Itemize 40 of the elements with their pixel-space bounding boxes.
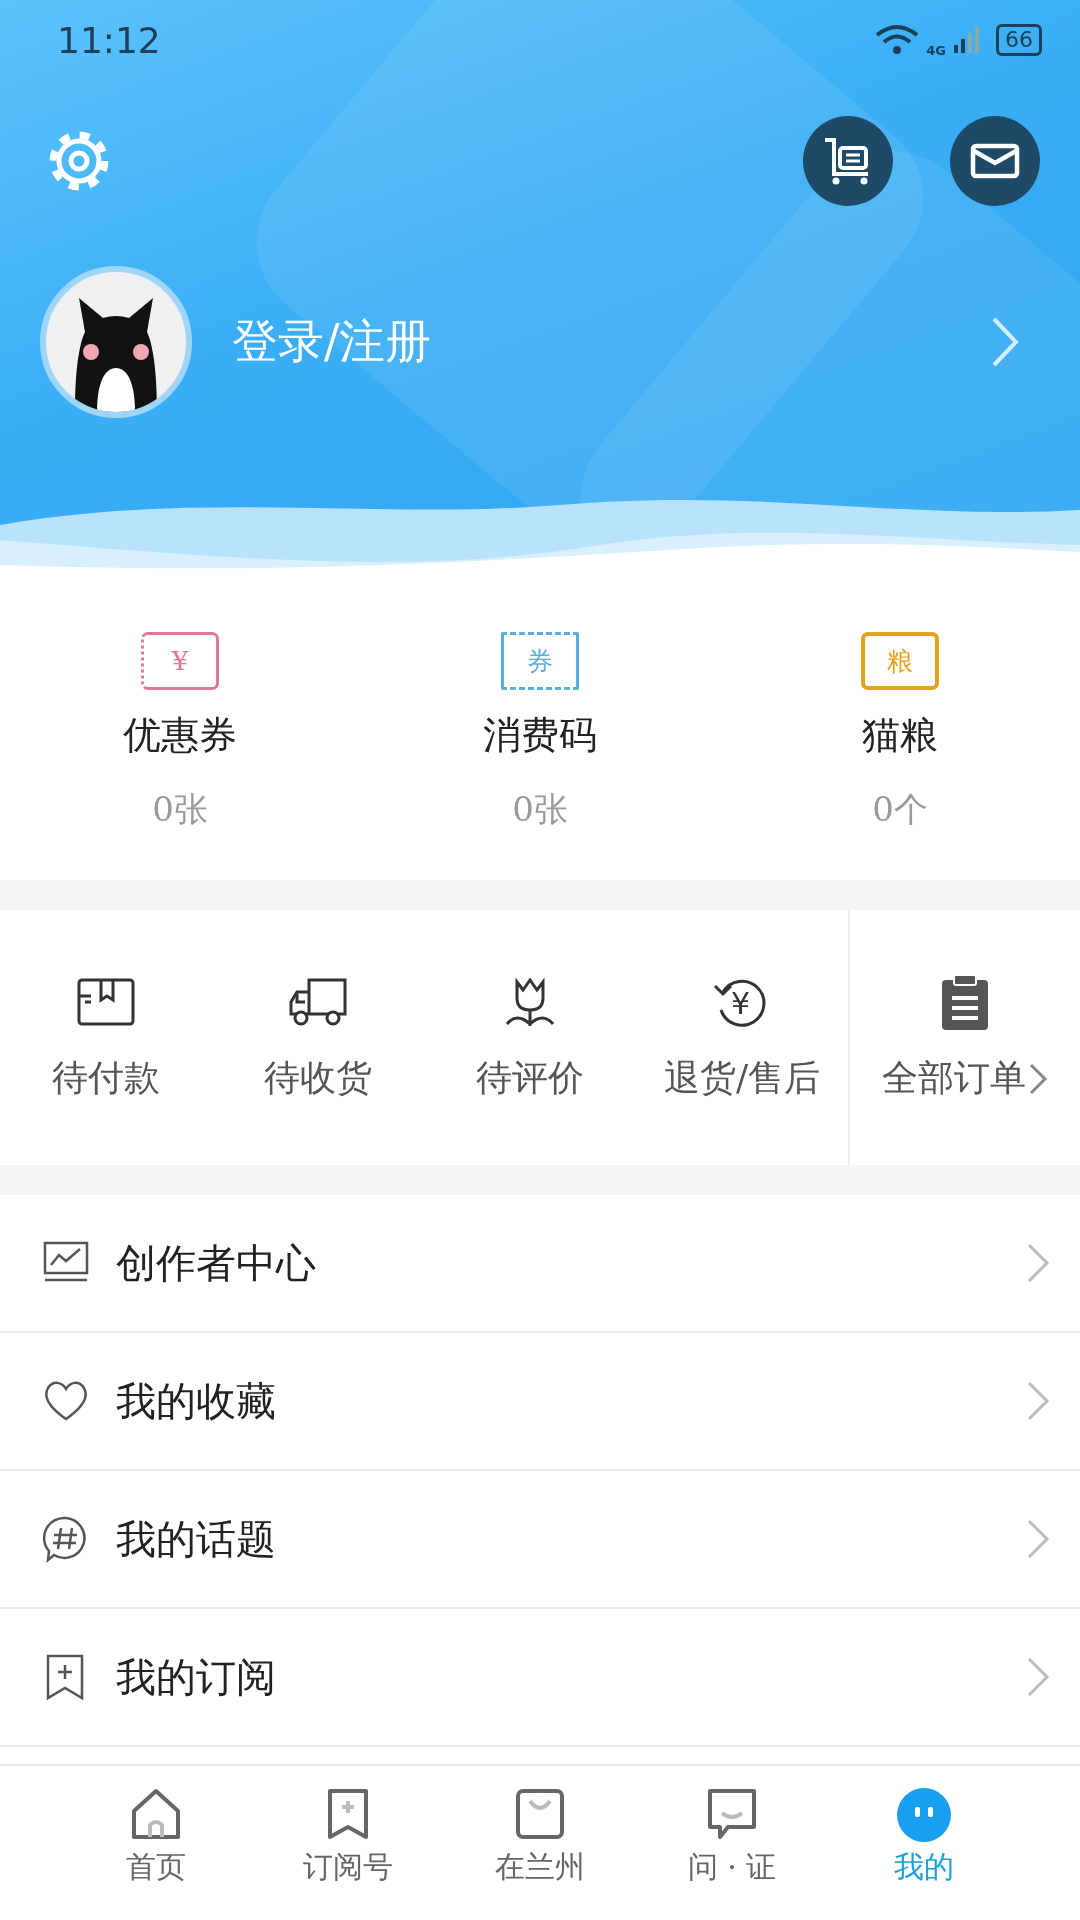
order-status-label[interactable]: 退货/售后 bbox=[663, 1054, 821, 1103]
icon-label: 券 bbox=[527, 644, 553, 678]
menu-label: 创作者中心 bbox=[116, 1238, 317, 1288]
chevron-right-icon bbox=[1026, 1518, 1050, 1560]
tab[interactable]: 问 · 证 bbox=[636, 1766, 828, 1908]
signal-icon bbox=[952, 25, 982, 55]
stat-count: 0张 bbox=[152, 788, 208, 831]
menu-row[interactable]: 我的收藏 bbox=[0, 1333, 1080, 1471]
chevron-right-icon bbox=[1026, 1656, 1050, 1698]
order-status-label[interactable]: 待付款 bbox=[52, 1054, 160, 1103]
menu-row[interactable]: 我的订阅 bbox=[0, 1609, 1080, 1747]
order-status-label[interactable]: 待评价 bbox=[476, 1054, 584, 1103]
tab[interactable]: 订阅号 bbox=[252, 1766, 444, 1908]
network-type: 4G bbox=[926, 42, 946, 58]
menu-label: 我的话题 bbox=[116, 1514, 277, 1564]
face-icon bbox=[896, 1786, 952, 1843]
stat-label[interactable]: 消费码 bbox=[483, 710, 597, 761]
stat-count: 0个 bbox=[872, 788, 928, 831]
mail-icon bbox=[970, 143, 1020, 179]
menu-label: 我的收藏 bbox=[116, 1376, 277, 1426]
order-status-label[interactable]: 待收货 bbox=[264, 1054, 372, 1103]
tab[interactable]: 在兰州 bbox=[444, 1766, 636, 1908]
status-time: 11:12 bbox=[57, 19, 161, 61]
chevron-right-icon bbox=[1028, 1061, 1048, 1096]
tab[interactable]: 首页 bbox=[60, 1766, 252, 1908]
stat-count: 0张 bbox=[512, 788, 568, 831]
wifi-icon bbox=[874, 23, 921, 57]
icon-label: ¥ bbox=[731, 986, 751, 1021]
chevron-right-icon bbox=[1026, 1380, 1050, 1422]
chevron-right-icon bbox=[1026, 1242, 1050, 1284]
all-orders-link[interactable]: 全部订单 bbox=[882, 1054, 1048, 1103]
icon-label: 粮 bbox=[887, 644, 913, 678]
icon-label: ¥ bbox=[171, 646, 189, 676]
menu-row[interactable]: 创作者中心 bbox=[0, 1195, 1080, 1333]
chevron-right-icon bbox=[990, 315, 1020, 369]
menu-row[interactable]: 我的话题 bbox=[0, 1471, 1080, 1609]
battery-level: 66 bbox=[996, 24, 1042, 56]
stat-label[interactable]: 猫粮 bbox=[862, 710, 938, 761]
menu-label: 我的订阅 bbox=[116, 1652, 277, 1702]
stat-label[interactable]: 优惠券 bbox=[123, 710, 237, 761]
